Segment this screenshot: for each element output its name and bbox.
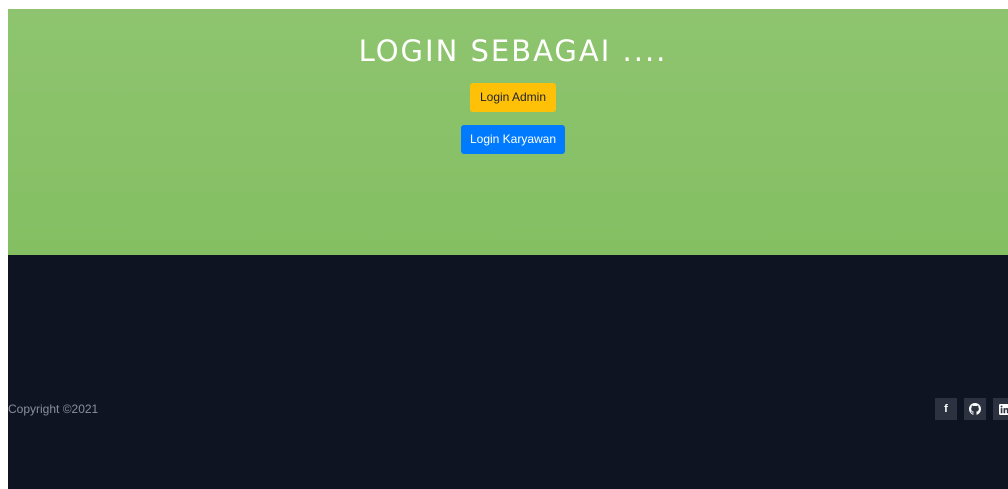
hero-section: LOGIN SEBAGAI .... Login Admin Login Kar… bbox=[8, 9, 1008, 255]
footer: Copyright ©2021 f bbox=[8, 255, 1008, 489]
login-karyawan-button[interactable]: Login Karyawan bbox=[461, 125, 565, 154]
github-icon bbox=[969, 403, 981, 415]
facebook-link[interactable]: f bbox=[935, 398, 957, 420]
linkedin-link[interactable] bbox=[993, 398, 1008, 420]
copyright-text: Copyright ©2021 bbox=[8, 402, 99, 416]
page: LOGIN SEBAGAI .... Login Admin Login Kar… bbox=[8, 9, 1008, 489]
linkedin-icon bbox=[998, 403, 1008, 415]
login-admin-button[interactable]: Login Admin bbox=[470, 83, 556, 112]
page-title: LOGIN SEBAGAI .... bbox=[358, 34, 668, 68]
github-link[interactable] bbox=[964, 398, 986, 420]
facebook-icon: f bbox=[944, 403, 948, 415]
